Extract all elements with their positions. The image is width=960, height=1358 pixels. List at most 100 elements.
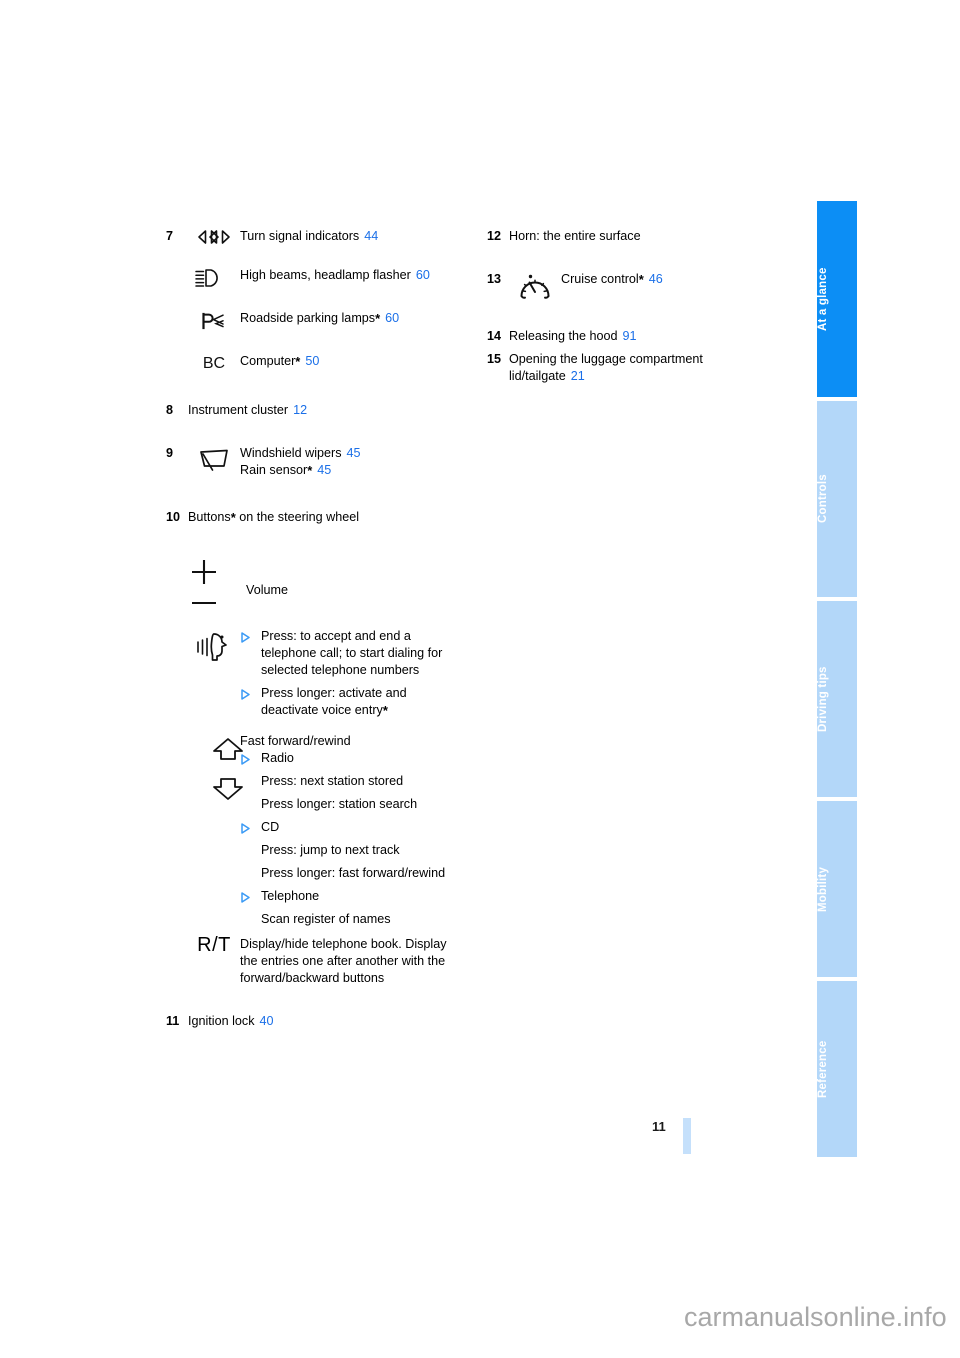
steering-wheel-volume-group: Volume: [166, 556, 466, 614]
tab-driving-tips-label: Driving tips: [817, 666, 829, 732]
tab-at-a-glance-label: At a glance: [817, 267, 829, 331]
triangle-bullet-icon: [240, 628, 261, 643]
legend-item-15: 15 Opening the luggage compartment lid/t…: [487, 351, 777, 385]
label-rain-sensor: Rain sensor: [240, 463, 308, 477]
label-ignition-lock: Ignition lock: [188, 1014, 255, 1028]
turn-signal-indicators-icon: [188, 228, 240, 245]
cd-line-1: Press: jump to next track: [261, 843, 400, 857]
legend-number-7: 7: [166, 229, 174, 243]
footnote-asterisk: *: [382, 703, 388, 718]
pageref-releasing-hood: 91: [622, 329, 637, 343]
footnote-asterisk: *: [295, 354, 301, 369]
legend-item-13: 13 Cruise control* 46: [487, 271, 777, 302]
legend-item-11: 11 Ignition lock 40: [166, 1013, 466, 1030]
label-instrument-cluster: Instrument cluster: [188, 403, 289, 417]
telephone-scan-line: Scan register of names: [261, 912, 391, 926]
legend-number-13: 13: [487, 272, 502, 286]
legend-text-high-beams: High beams, headlamp flasher 60: [240, 267, 466, 284]
footnote-asterisk: *: [375, 311, 381, 326]
tab-reference[interactable]: Reference: [817, 981, 857, 1157]
steering-wheel-fast-forward-group: Fast forward/rewind Radio Press: next st…: [166, 733, 466, 928]
pageref-cruise-control: 46: [648, 272, 663, 286]
legend-text-luggage-compartment: Opening the luggage compartment lid/tail…: [509, 351, 777, 385]
legend-number-15: 15: [487, 352, 502, 366]
triangle-bullet-icon: [240, 888, 261, 903]
pageref-instrument-cluster: 12: [293, 403, 308, 417]
tab-controls[interactable]: Controls: [817, 401, 857, 597]
roadside-parking-lamps-icon: [188, 310, 240, 331]
fast-forward-bullet-cd: CD: [240, 819, 466, 836]
voice-telephone-icon: [188, 628, 240, 665]
tab-reference-label: Reference: [817, 1040, 829, 1098]
tab-driving-tips[interactable]: Driving tips: [817, 601, 857, 797]
legend-text-turn-signal: Turn signal indicators 44: [240, 228, 466, 245]
legend-number-12: 12: [487, 229, 502, 243]
telephone-bullet-2: Press longer: activate and deactivate vo…: [240, 685, 466, 719]
legend-row-turn-signal: 7 Turn signal indicators 44: [166, 228, 466, 245]
footnote-asterisk: *: [307, 463, 313, 478]
legend-text-horn: Horn: the entire surface: [509, 229, 641, 243]
footnote-asterisk: *: [230, 510, 236, 525]
cruise-control-icon: [509, 271, 561, 302]
tab-mobility-label: Mobility: [817, 866, 829, 912]
wiper-line-1: Windshield wipers 45: [240, 445, 466, 462]
legend-text-instrument-cluster: Instrument cluster 12: [188, 402, 466, 419]
label-windshield-wipers: Windshield wipers: [240, 446, 342, 460]
legend-text-steering-wheel-buttons: Buttons* on the steering wheel: [188, 509, 466, 526]
fast-forward-bullet-telephone-text: Telephone: [261, 889, 320, 903]
pageref-computer: 50: [305, 354, 320, 368]
legend-row-roadside-parking-lamps: Roadside parking lamps* 60: [166, 310, 466, 331]
label-roadside-parking-lamps: Roadside parking lamps: [240, 311, 376, 325]
label-luggage-compartment: Opening the luggage compartment lid/tail…: [509, 352, 703, 383]
svg-text:BC: BC: [203, 355, 225, 372]
rt-glyph-label: R/T: [197, 934, 231, 956]
triangle-bullet-icon: [240, 685, 261, 700]
steering-wheel-rt-group: R/T Display/hide telephone book. Display…: [166, 934, 466, 987]
rt-glyph-icon: R/T: [188, 934, 240, 956]
arrow-down-icon: [210, 775, 246, 806]
telephone-bullets: Press: to accept and end a telephone cal…: [240, 628, 466, 719]
telephone-bullet-1-text: Press: to accept and end a telephone cal…: [261, 629, 443, 677]
radio-line-1: Press: next station stored: [261, 774, 404, 788]
page-number-accent-bar: [683, 1118, 691, 1154]
tab-at-a-glance[interactable]: At a glance: [817, 201, 857, 397]
manual-page: At a glance Controls Driving tips Mobili…: [0, 0, 960, 1358]
wiper-line-2: Rain sensor* 45: [240, 462, 466, 479]
right-content-column: 12 Horn: the entire surface 13 Cruise co…: [487, 228, 777, 385]
legend-item-14: 14 Releasing the hood 91: [487, 328, 777, 345]
cd-line-2: Press longer: fast forward/rewind: [261, 866, 446, 880]
footnote-asterisk: *: [638, 272, 644, 287]
plus-icon: [188, 556, 220, 593]
legend-number-14: 14: [487, 329, 502, 343]
label-high-beams: High beams, headlamp flasher: [240, 268, 411, 282]
tab-mobility[interactable]: Mobility: [817, 801, 857, 977]
fast-forward-bullet-radio-text: Radio: [261, 751, 294, 765]
legend-item-7: 7 Turn signal indicators 44 High beams, …: [166, 228, 466, 372]
label-cruise-control: Cruise control: [561, 272, 639, 286]
legend-text-releasing-hood: Releasing the hood 91: [509, 328, 777, 345]
label-turn-signal: Turn signal indicators: [240, 229, 360, 243]
rt-description: Display/hide telephone book. Display the…: [240, 937, 447, 985]
legend-text-wipers: Windshield wipers 45 Rain sensor* 45: [240, 445, 466, 479]
label-computer: Computer: [240, 354, 296, 368]
minus-icon: [188, 596, 220, 615]
tab-controls-label: Controls: [817, 474, 829, 524]
fast-forward-bullet-cd-text: CD: [261, 820, 280, 834]
telephone-bullet-2-text: Press longer: activate and deactivate vo…: [261, 685, 466, 719]
pageref-luggage-compartment: 21: [570, 369, 585, 383]
pageref-windshield-wipers: 45: [346, 446, 361, 460]
triangle-bullet-icon: [240, 819, 261, 834]
legend-row-high-beams: High beams, headlamp flasher 60: [166, 267, 466, 288]
label-releasing-hood: Releasing the hood: [509, 329, 618, 343]
label-volume: Volume: [246, 583, 289, 597]
pageref-rain-sensor: 45: [317, 463, 332, 477]
label-on-steering-wheel: on the steering wheel: [235, 510, 360, 524]
legend-text-cruise-control: Cruise control* 46: [561, 271, 777, 288]
site-watermark: carmanualsonline.info: [684, 1302, 947, 1332]
legend-number-11: 11: [166, 1014, 180, 1028]
onboard-computer-icon: BC: [188, 353, 240, 372]
legend-number-9: 9: [166, 446, 174, 460]
legend-item-12: 12 Horn: the entire surface: [487, 228, 777, 245]
arrow-up-icon: [210, 737, 246, 768]
page-number: 11: [652, 1119, 666, 1134]
